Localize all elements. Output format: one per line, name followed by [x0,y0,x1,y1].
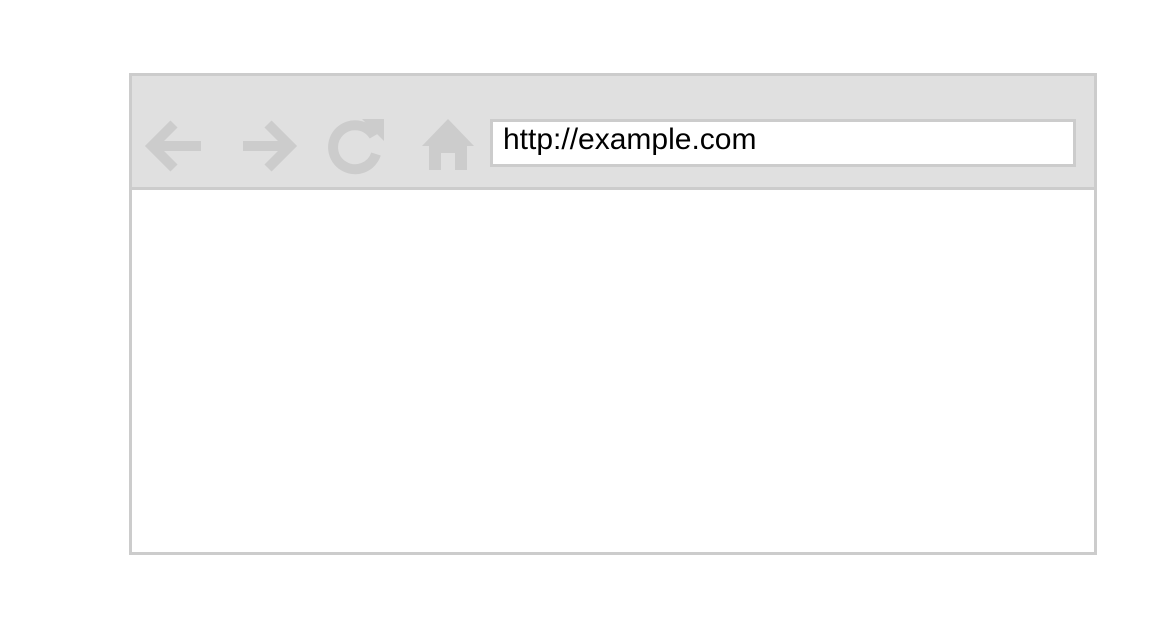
back-button[interactable] [144,116,204,176]
forward-button[interactable] [238,116,298,176]
reload-icon [328,119,384,175]
address-bar-url: http://example.com [503,123,757,156]
arrow-left-icon [144,120,201,172]
page-content-area[interactable] [132,190,1094,552]
home-button[interactable] [418,116,478,176]
home-icon [422,119,474,170]
browser-toolbar: http://example.com [132,76,1094,190]
address-bar[interactable]: http://example.com [490,119,1076,167]
browser-window: http://example.com [129,73,1097,555]
arrow-right-icon [243,120,298,172]
reload-button[interactable] [326,116,386,176]
